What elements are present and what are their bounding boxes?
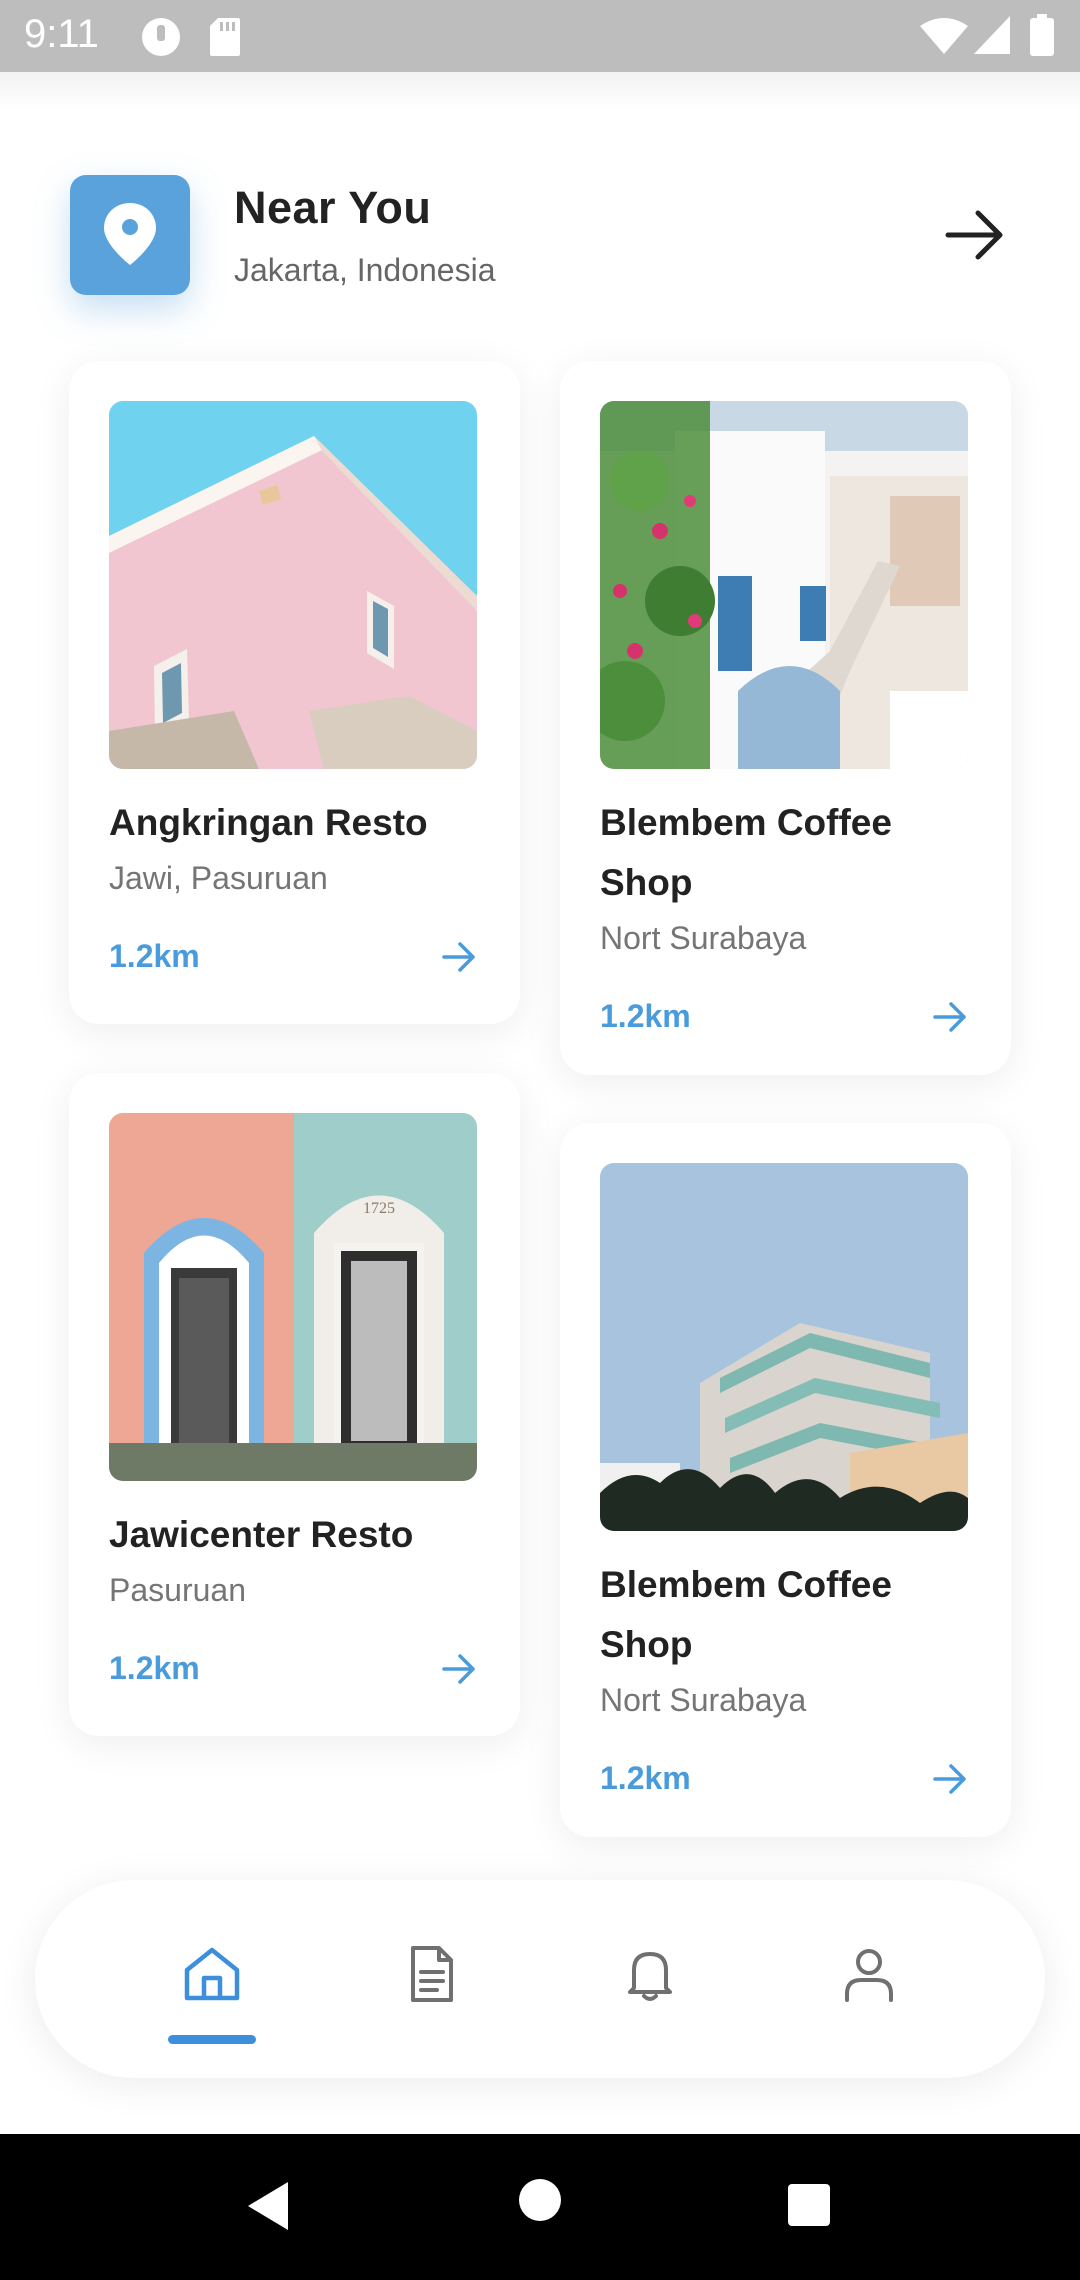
status-time: 9:11 xyxy=(24,12,99,56)
page-title: Near You xyxy=(234,182,432,233)
header-arrow-button[interactable] xyxy=(944,207,1006,268)
place-location: Jawi, Pasuruan xyxy=(109,860,328,896)
place-arrow-button[interactable] xyxy=(932,1763,968,1800)
arrow-right-icon xyxy=(933,1002,966,1032)
arrow-right-icon xyxy=(442,1654,475,1684)
place-arrow-button[interactable] xyxy=(441,941,477,978)
sd-card-icon xyxy=(208,16,242,61)
nav-notifications[interactable] xyxy=(590,1880,710,2078)
system-recents-button[interactable] xyxy=(787,2183,831,2232)
place-card[interactable]: Blembem Coffee Shop Nort Surabaya 1.2km xyxy=(560,361,1011,1075)
place-location: Nort Surabaya xyxy=(600,920,807,956)
nav-home[interactable] xyxy=(152,1880,272,2078)
bottom-nav xyxy=(35,1880,1045,2078)
place-location: Nort Surabaya xyxy=(600,1682,807,1718)
place-name: Angkringan Resto xyxy=(109,802,428,843)
place-image: 1725 xyxy=(109,1113,477,1481)
signal-icon xyxy=(974,16,1010,59)
document-icon xyxy=(411,1946,453,2002)
home-circle-icon xyxy=(519,2179,561,2221)
arrow-right-icon xyxy=(933,1764,966,1794)
arrow-right-icon xyxy=(945,210,1003,260)
place-card[interactable]: Blembem Coffee Shop Nort Surabaya 1.2km xyxy=(560,1123,1011,1837)
place-image xyxy=(109,401,477,769)
place-arrow-button[interactable] xyxy=(932,1001,968,1038)
recents-square-icon xyxy=(788,2184,830,2226)
status-bar: 9:11 xyxy=(0,0,1080,72)
place-name: Jawicenter Resto xyxy=(109,1514,414,1555)
mask-icon xyxy=(140,16,182,63)
place-distance: 1.2km xyxy=(109,1650,200,1686)
place-distance: 1.2km xyxy=(600,1760,691,1796)
place-distance: 1.2km xyxy=(109,938,200,974)
wifi-icon xyxy=(920,18,968,59)
nav-active-indicator xyxy=(168,2035,256,2044)
nav-documents[interactable] xyxy=(371,1880,491,2078)
nav-profile[interactable] xyxy=(809,1880,929,2078)
place-image xyxy=(600,1163,968,1531)
location-pin-icon xyxy=(104,203,156,265)
battery-icon xyxy=(1030,14,1054,61)
bell-icon xyxy=(628,1952,672,2001)
home-icon xyxy=(184,1947,240,2001)
location-pin-tile[interactable] xyxy=(70,175,190,295)
user-icon xyxy=(845,1949,893,2002)
place-card[interactable]: Angkringan Resto Jawi, Pasuruan 1.2km xyxy=(69,361,520,1024)
place-location: Pasuruan xyxy=(109,1572,246,1608)
header-shade xyxy=(0,72,1080,112)
place-arrow-button[interactable] xyxy=(441,1653,477,1690)
system-home-button[interactable] xyxy=(518,2178,562,2227)
system-back-button[interactable] xyxy=(244,2178,292,2239)
place-name: Blembem Coffee Shop xyxy=(600,802,892,903)
arrow-right-icon xyxy=(442,942,475,972)
place-card[interactable]: 1725 Jawicenter Resto Pasuruan 1.2km xyxy=(69,1073,520,1736)
back-triangle-icon xyxy=(248,2182,288,2230)
svg-text:1725: 1725 xyxy=(363,1200,395,1217)
place-image xyxy=(600,401,968,769)
place-distance: 1.2km xyxy=(600,998,691,1034)
place-name: Blembem Coffee Shop xyxy=(600,1564,892,1665)
location-subtitle: Jakarta, Indonesia xyxy=(234,252,496,288)
